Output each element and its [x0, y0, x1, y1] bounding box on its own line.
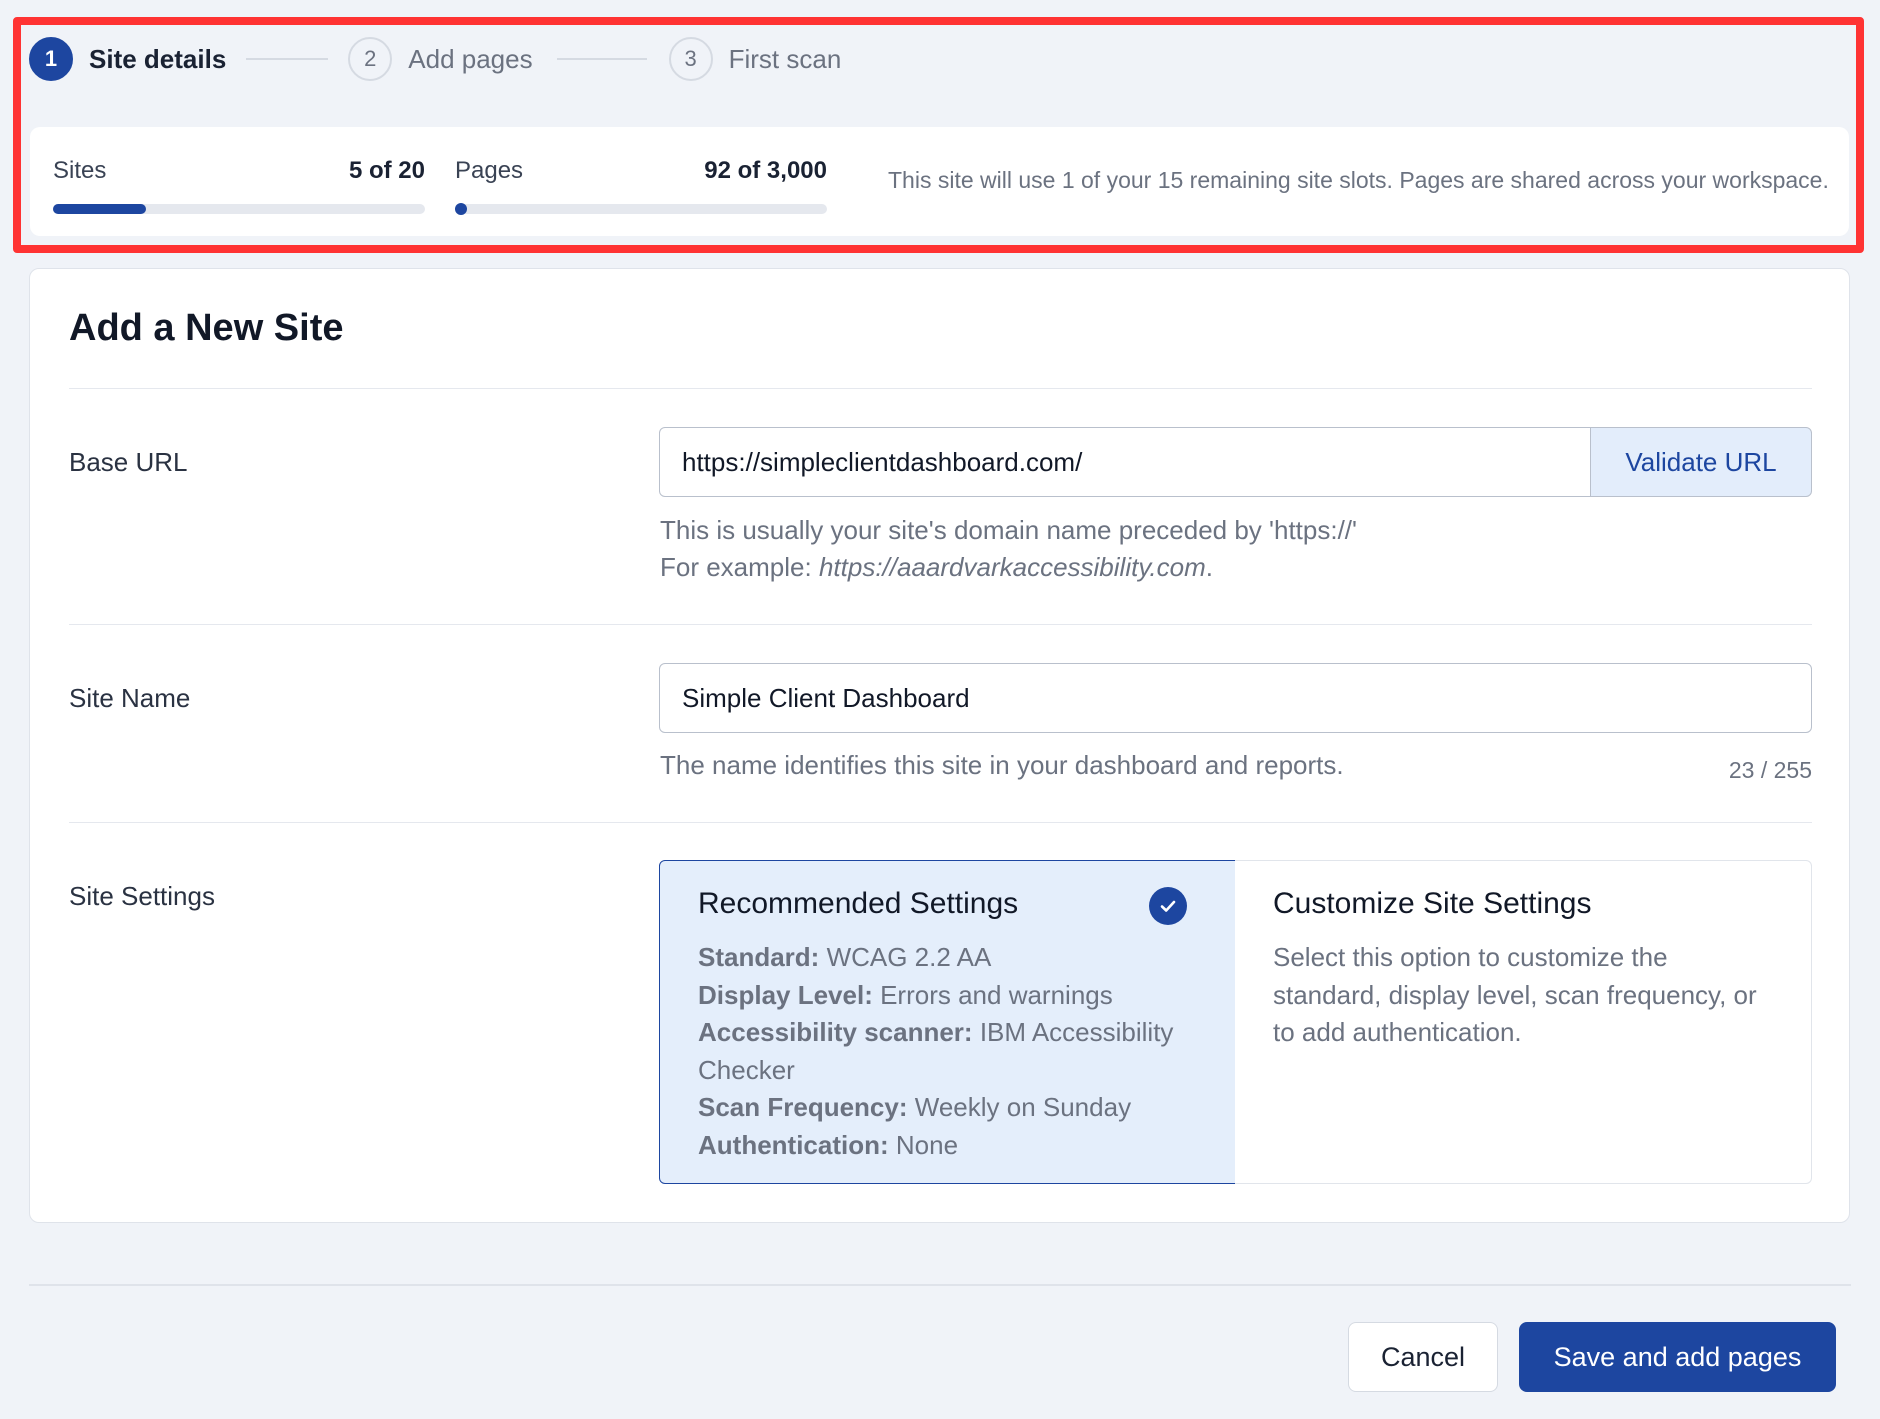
step-connector — [556, 58, 647, 60]
recommended-settings-option[interactable]: Recommended Settings Standard: WCAG 2.2 … — [659, 860, 1236, 1184]
divider — [69, 822, 1812, 823]
stepper: 1 Site details 2 Add pages 3 First scan — [29, 36, 841, 82]
setting-display-level: Display Level: Errors and warnings — [698, 977, 1205, 1015]
base-url-help: This is usually your site's domain name … — [660, 512, 1357, 586]
site-name-input[interactable]: Simple Client Dashboard — [659, 663, 1812, 733]
character-counter: 23 / 255 — [1728, 757, 1812, 783]
setting-scanner: Accessibility scanner: IBM Accessibility… — [698, 1014, 1205, 1089]
site-settings-label: Site Settings — [69, 881, 215, 911]
setting-key: Accessibility scanner: — [698, 1017, 973, 1047]
pages-meter: Pages 92 of 3,000 — [455, 156, 827, 215]
setting-key: Authentication: — [698, 1129, 889, 1160]
setting-key: Scan Frequency: — [698, 1092, 908, 1122]
recommended-settings-details: Standard: WCAG 2.2 AA Display Level: Err… — [698, 939, 1205, 1164]
step-connector — [246, 58, 329, 60]
validate-url-button[interactable]: Validate URL — [1590, 427, 1812, 497]
sites-label: Sites — [53, 157, 107, 184]
save-and-add-pages-button[interactable]: Save and add pages — [1519, 1322, 1836, 1392]
setting-key: Standard: — [698, 942, 820, 972]
customize-settings-description: Select this option to customize the stan… — [1273, 942, 1757, 1047]
sites-progress-fill — [53, 204, 146, 214]
step-number: 2 — [348, 37, 393, 81]
base-url-help-line2: For example: https://aaardvarkaccessibil… — [660, 549, 1357, 586]
setting-authentication: Authentication: None — [698, 1127, 1205, 1165]
setting-key: Display Level: — [698, 979, 873, 1010]
setting-value: WCAG 2.2 AA — [826, 942, 992, 972]
sites-meter: Sites 5 of 20 — [53, 156, 425, 214]
site-name-help: The name identifies this site in your da… — [660, 750, 1344, 780]
pages-label: Pages — [455, 157, 524, 184]
site-name-label: Site Name — [69, 683, 191, 713]
setting-standard: Standard: WCAG 2.2 AA — [698, 939, 1205, 977]
setting-value: None — [895, 1129, 959, 1160]
step-number: 1 — [29, 37, 73, 81]
pages-value: 92 of 3,000 — [704, 157, 827, 184]
base-url-input[interactable]: https://simpleclientdashboard.com/ — [659, 427, 1591, 497]
setting-value: Weekly on Sunday — [914, 1092, 1132, 1122]
sites-value: 5 of 20 — [348, 157, 425, 184]
step-site-details[interactable]: 1 Site details — [29, 37, 226, 81]
help-prefix: For example: — [660, 552, 819, 582]
check-circle-icon — [1149, 887, 1187, 925]
sites-progress-track — [53, 204, 425, 214]
usage-summary: Sites 5 of 20 Pages 92 of 3,000 This sit… — [30, 127, 1849, 236]
pages-progress-track — [455, 203, 827, 215]
step-number: 3 — [668, 37, 713, 81]
step-label: Site details — [89, 43, 227, 74]
customize-settings-title: Customize Site Settings — [1273, 887, 1592, 920]
divider — [69, 624, 1812, 625]
step-label: First scan — [728, 43, 842, 74]
footer-divider — [29, 1284, 1851, 1286]
customize-settings-option[interactable]: Customize Site Settings Select this opti… — [1235, 860, 1812, 1184]
setting-value: Errors and warnings — [880, 979, 1113, 1010]
help-suffix: . — [1205, 552, 1213, 582]
base-url-label: Base URL — [69, 447, 188, 477]
cancel-button[interactable]: Cancel — [1348, 1322, 1498, 1392]
usage-note: This site will use 1 of your 15 remainin… — [888, 167, 1829, 193]
pages-progress-fill — [455, 203, 467, 215]
add-site-card: Add a New Site Base URL https://simplecl… — [29, 268, 1850, 1223]
divider — [69, 388, 1812, 389]
help-example: https://aaardvarkaccessibility.com — [818, 552, 1206, 582]
step-first-scan[interactable]: 3 First scan — [668, 37, 842, 81]
step-add-pages[interactable]: 2 Add pages — [348, 37, 533, 81]
step-label: Add pages — [408, 43, 533, 74]
setting-scan-frequency: Scan Frequency: Weekly on Sunday — [698, 1089, 1205, 1127]
base-url-help-line1: This is usually your site's domain name … — [660, 515, 1357, 545]
page-title: Add a New Site — [69, 307, 344, 349]
recommended-settings-title: Recommended Settings — [698, 887, 1019, 920]
